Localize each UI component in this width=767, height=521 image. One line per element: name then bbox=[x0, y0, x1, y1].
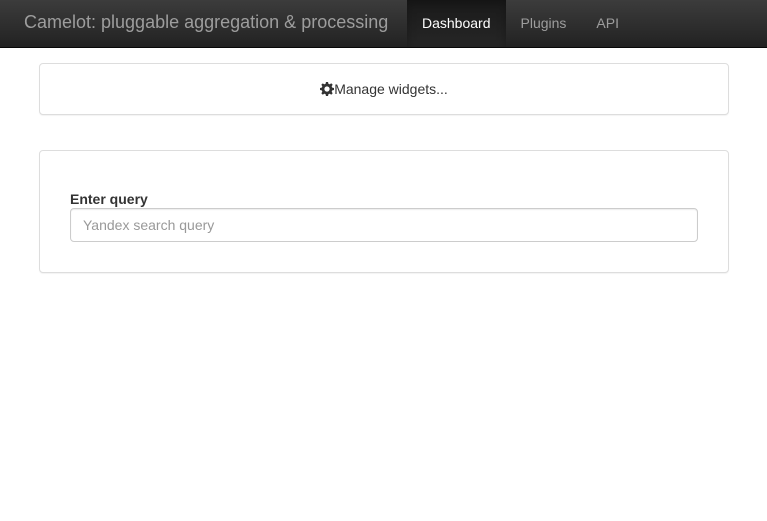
nav-item-plugins[interactable]: Plugins bbox=[506, 0, 582, 47]
query-input[interactable] bbox=[70, 208, 698, 242]
manage-widgets-button[interactable]: Manage widgets... bbox=[40, 64, 728, 114]
brand-link[interactable]: Camelot: pluggable aggregation & process… bbox=[24, 12, 388, 33]
manage-widgets-panel: Manage widgets... bbox=[39, 63, 729, 115]
manage-widgets-label: Manage widgets... bbox=[334, 81, 448, 97]
main-nav: Dashboard Plugins API bbox=[407, 0, 634, 48]
query-panel: Enter query bbox=[39, 150, 729, 273]
nav-item-dashboard[interactable]: Dashboard bbox=[407, 0, 506, 47]
query-label: Enter query bbox=[70, 191, 148, 207]
nav-item-api[interactable]: API bbox=[581, 0, 634, 47]
gear-icon bbox=[320, 82, 335, 96]
top-navbar: Camelot: pluggable aggregation & process… bbox=[0, 0, 767, 48]
